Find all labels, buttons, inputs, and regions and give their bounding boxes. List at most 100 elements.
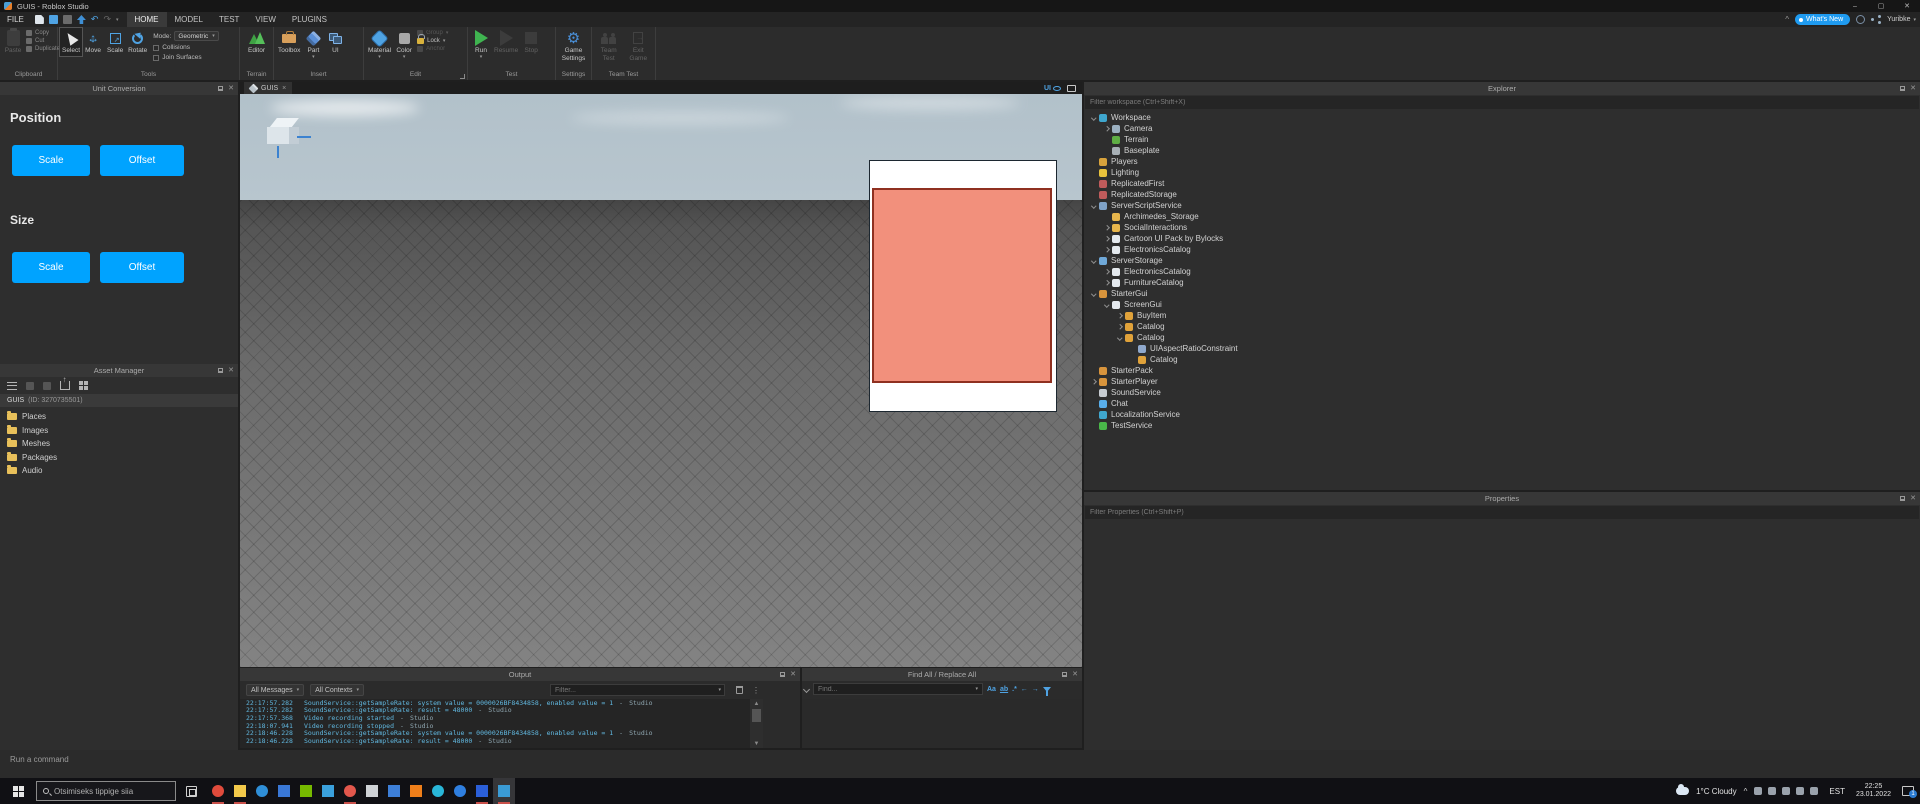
explorer-tree-item[interactable]: ElectronicsCatalog: [1084, 266, 1920, 277]
list-view-icon[interactable]: [7, 381, 17, 390]
explorer-tree-item[interactable]: Cartoon UI Pack by Bylocks: [1084, 233, 1920, 244]
explorer-tree-item[interactable]: Catalog: [1084, 354, 1920, 365]
paste-button[interactable]: Paste: [2, 28, 24, 56]
expander-icon[interactable]: [1089, 115, 1098, 120]
explorer-tree-item[interactable]: ServerStorage: [1084, 255, 1920, 266]
game-settings-button[interactable]: ⚙ Game Settings: [558, 28, 589, 64]
filter-funnel-icon[interactable]: [1042, 686, 1051, 696]
pin-icon[interactable]: [1900, 496, 1906, 501]
more-options-icon[interactable]: ⋮: [752, 686, 760, 695]
explorer-tree-item[interactable]: UIAspectRatioConstraint: [1084, 343, 1920, 354]
taskbar-app-icon[interactable]: [229, 778, 251, 804]
minimize-button[interactable]: –: [1842, 0, 1868, 12]
size-offset-button[interactable]: Offset: [100, 252, 184, 283]
explorer-tree-item[interactable]: BuyItem: [1084, 310, 1920, 321]
back-icon[interactable]: [26, 381, 34, 390]
explorer-tree-item[interactable]: FurnitureCatalog: [1084, 277, 1920, 288]
new-file-icon[interactable]: [34, 15, 44, 24]
pin-icon[interactable]: [780, 672, 786, 677]
explorer-tree-item[interactable]: StarterPlayer: [1084, 376, 1920, 387]
copy-button[interactable]: Copy: [26, 30, 60, 36]
explorer-tree-item[interactable]: Terrain: [1084, 134, 1920, 145]
keyboard-language[interactable]: EST: [1825, 787, 1849, 796]
tray-icon[interactable]: [1768, 787, 1777, 795]
save-icon[interactable]: [62, 15, 72, 24]
terrain-editor-button[interactable]: Editor: [246, 28, 268, 56]
material-button[interactable]: Material ▾: [366, 28, 393, 61]
close-icon[interactable]: ✕: [1072, 671, 1078, 678]
expander-icon[interactable]: [1102, 236, 1111, 241]
taskbar-app-icon[interactable]: [339, 778, 361, 804]
expander-icon[interactable]: [1102, 225, 1111, 230]
pin-icon[interactable]: [218, 86, 224, 91]
selected-part-gizmo[interactable]: [263, 116, 319, 166]
stop-button[interactable]: Stop: [520, 28, 542, 56]
file-menu[interactable]: FILE: [0, 12, 31, 27]
tab-view[interactable]: VIEW: [247, 12, 283, 27]
taskbar-app-icon[interactable]: [251, 778, 273, 804]
quick-access-dropdown-icon[interactable]: ▾: [116, 17, 119, 23]
asset-folder-item[interactable]: Images: [0, 424, 238, 438]
expand-replace-icon[interactable]: [802, 685, 811, 693]
messages-filter-dropdown[interactable]: All Messages ▾: [246, 684, 305, 696]
explorer-tree-item[interactable]: Archimedes_Storage: [1084, 211, 1920, 222]
color-button[interactable]: Color ▾: [393, 28, 415, 61]
grid-view-icon[interactable]: [79, 381, 88, 390]
forward-icon[interactable]: [43, 381, 51, 390]
move-tool-button[interactable]: ↔ ↕ Move: [82, 28, 104, 56]
pin-icon[interactable]: [218, 368, 224, 373]
asset-manager-title[interactable]: Asset Manager ✕: [0, 364, 238, 377]
weather-text[interactable]: 1°C Cloudy: [1696, 787, 1737, 796]
mode-dropdown[interactable]: Geometric ▾: [174, 31, 219, 41]
scroll-up-icon[interactable]: ▲: [750, 699, 763, 708]
close-button[interactable]: ✕: [1894, 0, 1920, 12]
cut-button[interactable]: Cut: [26, 38, 60, 44]
ui-button[interactable]: UI: [324, 28, 346, 56]
viewport-tab-guis[interactable]: GUIS ×: [244, 82, 293, 94]
expander-icon[interactable]: [1102, 126, 1111, 131]
expander-icon[interactable]: [1102, 302, 1111, 307]
taskbar-app-icon[interactable]: [493, 778, 515, 804]
asset-folder-item[interactable]: Audio: [0, 464, 238, 478]
maximize-button[interactable]: ▢: [1868, 0, 1894, 12]
expander-icon[interactable]: [1102, 280, 1111, 285]
explorer-tree-item[interactable]: Baseplate: [1084, 145, 1920, 156]
lock-button[interactable]: Lock ▾: [417, 34, 448, 44]
publish-icon[interactable]: [76, 15, 86, 24]
screengui-frame[interactable]: [869, 160, 1057, 412]
properties-title[interactable]: Properties ✕: [1084, 492, 1920, 505]
explorer-tree-item[interactable]: Catalog: [1084, 332, 1920, 343]
3d-scene[interactable]: [240, 94, 1082, 667]
find-previous-icon[interactable]: ←: [1021, 686, 1028, 693]
explorer-tree-item[interactable]: Lighting: [1084, 167, 1920, 178]
find-replace-title[interactable]: Find All / Replace All ✕: [802, 668, 1082, 681]
tray-icon[interactable]: [1810, 787, 1819, 795]
output-log[interactable]: 22:17:57.282 SoundService::getSampleRate…: [240, 699, 763, 748]
user-account-menu[interactable]: Yuribke ▾: [1887, 16, 1916, 23]
expander-icon[interactable]: [1115, 324, 1124, 329]
output-title[interactable]: Output ✕: [240, 668, 800, 681]
explorer-tree-item[interactable]: Catalog: [1084, 321, 1920, 332]
tab-plugins[interactable]: PLUGINS: [284, 12, 335, 27]
explorer-tree-item[interactable]: ReplicatedFirst: [1084, 178, 1920, 189]
explorer-tree-item[interactable]: Workspace: [1084, 112, 1920, 123]
asset-folder-item[interactable]: Places: [0, 410, 238, 424]
taskbar-app-icon[interactable]: [405, 778, 427, 804]
scrollbar-thumb[interactable]: [752, 709, 761, 722]
start-button[interactable]: [0, 778, 36, 804]
unit-conversion-title[interactable]: Unit Conversion ✕: [0, 82, 238, 95]
position-offset-button[interactable]: Offset: [100, 145, 184, 176]
ui-visibility-toggle[interactable]: UI: [1044, 85, 1061, 92]
tray-icon[interactable]: [1754, 787, 1763, 795]
explorer-tree-item[interactable]: ElectronicsCatalog: [1084, 244, 1920, 255]
asset-folder-item[interactable]: Packages: [0, 451, 238, 465]
taskbar-app-icon[interactable]: [361, 778, 383, 804]
explorer-tree-item[interactable]: LocalizationService: [1084, 409, 1920, 420]
select-tool-button[interactable]: Select: [58, 27, 84, 57]
anchor-button[interactable]: Anchor: [417, 46, 448, 52]
expander-icon[interactable]: [1089, 258, 1098, 263]
explorer-tree-item[interactable]: SoundService: [1084, 387, 1920, 398]
explorer-filter[interactable]: [1085, 96, 1919, 109]
rotate-tool-button[interactable]: Rotate: [126, 28, 149, 56]
expander-icon[interactable]: [1089, 291, 1098, 296]
